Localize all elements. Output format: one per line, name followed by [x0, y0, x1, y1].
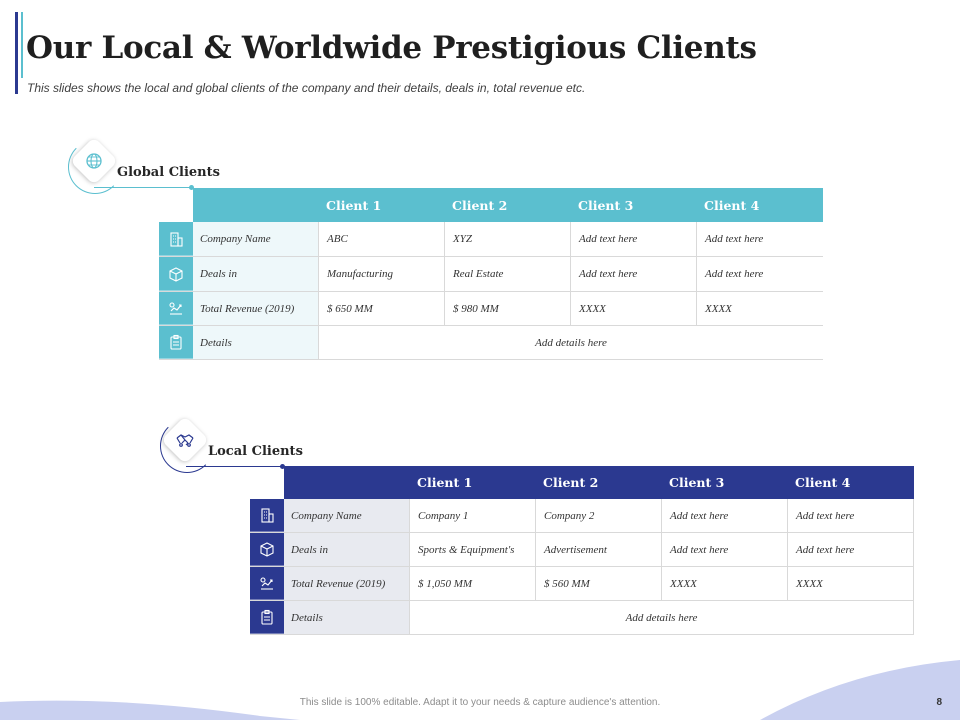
- row-label: Deals in: [284, 533, 409, 566]
- local-header-blank: [284, 466, 409, 499]
- globe-icon: [77, 144, 111, 178]
- table-row: Company Name ABC XYZ Add text here Add t…: [159, 222, 823, 257]
- table-cell: XXXX: [787, 567, 914, 600]
- building-icon: [159, 222, 193, 256]
- table-cell: Add text here: [661, 533, 787, 566]
- table-cell: Add text here: [570, 257, 696, 291]
- table-row-details: Details Add details here: [159, 326, 823, 360]
- table-cell: Manufacturing: [318, 257, 444, 291]
- row-label: Details: [284, 601, 409, 634]
- local-header-client-1: Client 1: [417, 475, 473, 490]
- global-header-client-1: Client 1: [326, 197, 382, 213]
- decorative-bottom-wave: [0, 660, 960, 720]
- table-cell: Add text here: [661, 499, 787, 532]
- row-label: Details: [193, 326, 318, 359]
- local-header-client-2: Client 2: [543, 475, 599, 490]
- table-cell: Add text here: [787, 499, 914, 532]
- table-cell: $ 650 MM: [318, 292, 444, 325]
- table-cell: XXXX: [696, 292, 823, 325]
- clipboard-icon: [159, 326, 193, 359]
- global-header-client-4: Client 4: [704, 197, 760, 213]
- table-cell: Company 2: [535, 499, 661, 532]
- table-cell: Sports & Equipment's: [409, 533, 535, 566]
- box-icon: [250, 533, 284, 566]
- global-header-client-3: Client 3: [578, 197, 634, 213]
- title-accent-bar-secondary: [21, 12, 23, 78]
- local-header-row: Client 1 Client 2 Client 3 Client 4: [284, 466, 914, 499]
- global-header-row: Client 1 Client 2 Client 3 Client 4: [193, 188, 823, 222]
- global-header-client-2: Client 2: [452, 197, 508, 213]
- table-row-details: Details Add details here: [250, 601, 914, 635]
- row-label: Total Revenue (2019): [193, 292, 318, 325]
- details-cell: Add details here: [318, 326, 823, 359]
- clipboard-icon: [250, 601, 284, 634]
- global-section-title: Global Clients: [117, 165, 220, 180]
- row-label: Deals in: [193, 257, 318, 291]
- table-cell: Add text here: [696, 257, 823, 291]
- title-accent-bar: [15, 12, 18, 94]
- global-clients-table: Client 1 Client 2 Client 3 Client 4 Comp…: [159, 188, 823, 360]
- row-label: Company Name: [193, 222, 318, 256]
- building-icon: [250, 499, 284, 532]
- table-cell: Add text here: [696, 222, 823, 256]
- revenue-chart-icon: [250, 567, 284, 600]
- table-row: Company Name Company 1 Company 2 Add tex…: [250, 499, 914, 533]
- row-label: Company Name: [284, 499, 409, 532]
- local-section-title: Local Clients: [208, 444, 303, 459]
- handshake-icon: [168, 423, 202, 457]
- page-title: Our Local & Worldwide Prestigious Client…: [26, 30, 757, 66]
- table-row: Total Revenue (2019) $ 650 MM $ 980 MM X…: [159, 292, 823, 326]
- table-cell: XYZ: [444, 222, 570, 256]
- footer-note: This slide is 100% editable. Adapt it to…: [299, 697, 661, 708]
- table-cell: Advertisement: [535, 533, 661, 566]
- table-cell: Add text here: [570, 222, 696, 256]
- page-subtitle: This slides shows the local and global c…: [27, 81, 586, 95]
- table-cell: XXXX: [661, 567, 787, 600]
- local-header-client-4: Client 4: [795, 475, 851, 490]
- table-cell: Real Estate: [444, 257, 570, 291]
- table-row: Deals in Sports & Equipment's Advertisem…: [250, 533, 914, 567]
- table-cell: $ 560 MM: [535, 567, 661, 600]
- local-clients-table: Client 1 Client 2 Client 3 Client 4 Comp…: [250, 466, 914, 635]
- table-cell: $ 980 MM: [444, 292, 570, 325]
- table-row: Deals in Manufacturing Real Estate Add t…: [159, 257, 823, 292]
- table-cell: Add text here: [787, 533, 914, 566]
- table-cell: Company 1: [409, 499, 535, 532]
- table-cell: $ 1,050 MM: [409, 567, 535, 600]
- revenue-chart-icon: [159, 292, 193, 325]
- details-cell: Add details here: [409, 601, 914, 634]
- table-cell: ABC: [318, 222, 444, 256]
- page-number: 8: [936, 697, 942, 708]
- box-icon: [159, 257, 193, 291]
- global-header-blank: [193, 188, 318, 222]
- table-row: Total Revenue (2019) $ 1,050 MM $ 560 MM…: [250, 567, 914, 601]
- local-header-client-3: Client 3: [669, 475, 725, 490]
- table-cell: XXXX: [570, 292, 696, 325]
- row-label: Total Revenue (2019): [284, 567, 409, 600]
